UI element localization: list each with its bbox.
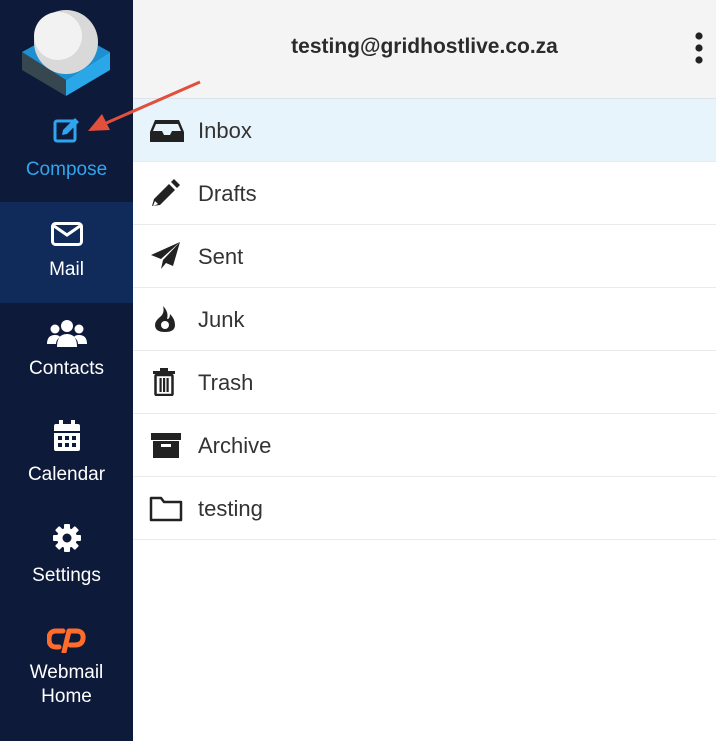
archive-icon — [151, 433, 181, 458]
folder-sent[interactable]: Sent — [133, 225, 716, 288]
fire-icon — [155, 306, 175, 332]
mail-label: Mail — [49, 259, 84, 280]
compose-label: Compose — [25, 159, 108, 180]
envelope-icon — [50, 222, 83, 246]
nav-webmail-home[interactable]: Webmail Home — [0, 625, 133, 715]
settings-label: Settings — [32, 565, 101, 586]
folder-junk[interactable]: Junk — [133, 288, 716, 351]
inbox-icon — [150, 120, 184, 142]
folder-name: Drafts — [198, 181, 257, 206]
nav-contacts[interactable]: Contacts — [0, 318, 133, 404]
folder-name: Trash — [198, 370, 254, 395]
gear-icon — [52, 524, 81, 552]
calendar-icon — [53, 420, 80, 451]
nav-mail[interactable]: Mail — [0, 202, 133, 303]
folder-list: Inbox Drafts Sent Junk Trash Archive tes… — [133, 99, 716, 540]
folder-trash[interactable]: Trash — [133, 351, 716, 414]
nav-calendar[interactable]: Calendar — [0, 420, 133, 506]
folder-list-header: testing@gridhostlive.co.za — [133, 0, 716, 99]
pencil-icon — [152, 179, 180, 206]
folder-testing[interactable]: testing — [133, 477, 716, 540]
nav-settings[interactable]: Settings — [0, 523, 133, 609]
compose-button[interactable]: Compose — [0, 115, 133, 201]
folder-inbox[interactable]: Inbox — [133, 99, 716, 162]
sidebar: Compose Mail Contacts Calendar Settings … — [0, 0, 133, 741]
users-icon — [46, 320, 87, 347]
paper-plane-icon — [151, 242, 180, 269]
roundcube-logo[interactable] — [0, 0, 133, 100]
compose-icon — [53, 118, 79, 143]
calendar-label: Calendar — [27, 464, 106, 485]
account-email: testing@gridhostlive.co.za — [291, 35, 558, 58]
folder-drafts[interactable]: Drafts — [133, 162, 716, 225]
folder-name: Sent — [198, 244, 244, 269]
folder-name: Inbox — [198, 118, 252, 143]
folder-name: Archive — [198, 433, 272, 458]
webmail-home-label: Webmail Home — [29, 662, 104, 707]
kebab-menu-icon[interactable] — [694, 32, 704, 64]
cpanel-icon — [46, 628, 86, 653]
folder-icon — [149, 496, 183, 522]
contacts-label: Contacts — [29, 358, 104, 379]
trash-icon — [153, 368, 175, 396]
folder-archive[interactable]: Archive — [133, 414, 716, 477]
folder-name: Junk — [198, 307, 245, 332]
folder-name: testing — [198, 496, 263, 521]
